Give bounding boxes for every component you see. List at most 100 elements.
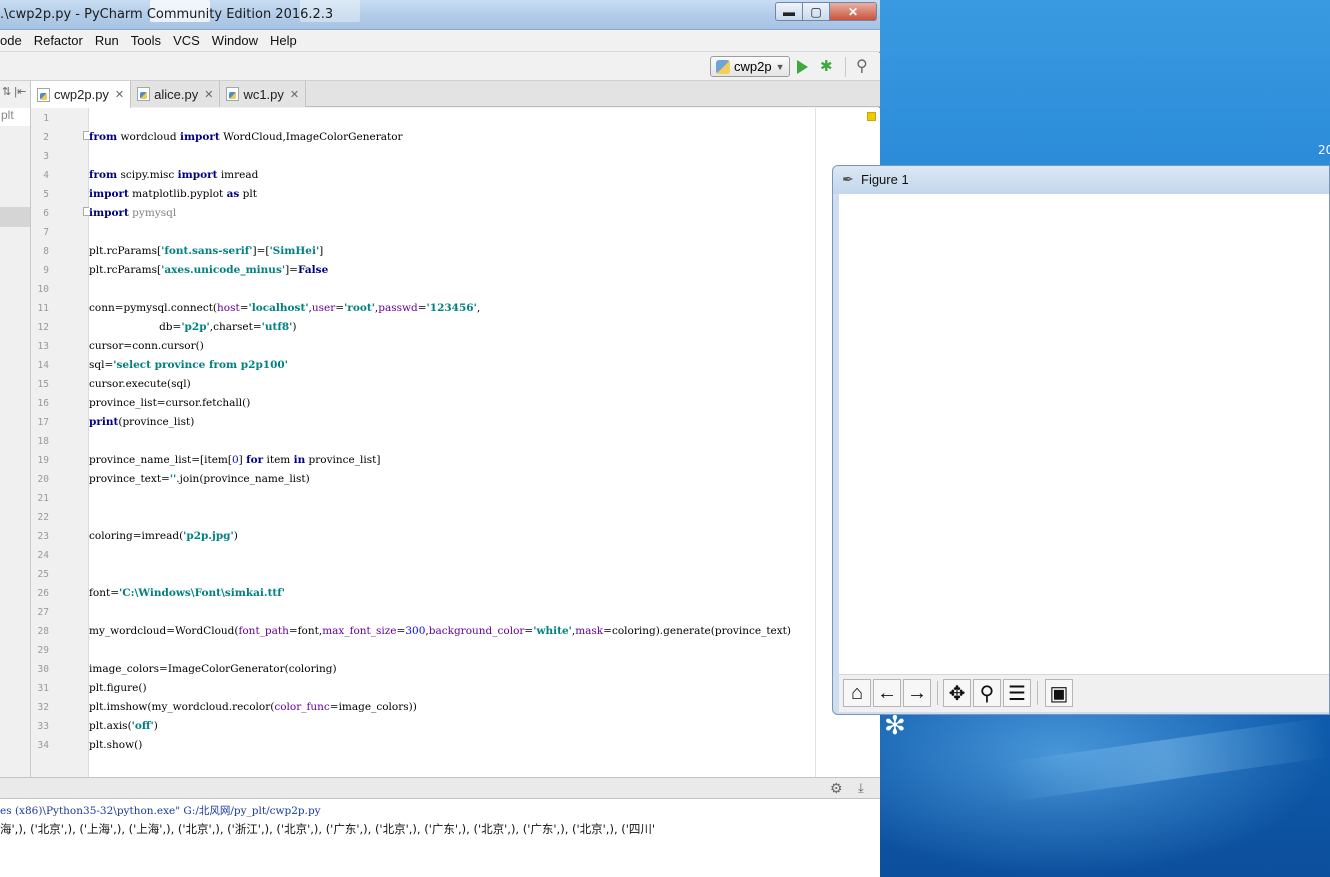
debug-icon[interactable]: ✱	[820, 57, 833, 75]
line-number: 15	[37, 379, 49, 390]
line-number: 3	[43, 151, 49, 162]
code-line[interactable]: province_name_list=[item[0] for item in …	[89, 451, 380, 470]
tab-label: wc1.py	[243, 86, 284, 102]
inspection-status-icon[interactable]	[867, 112, 876, 121]
close-tab-icon[interactable]: ✕	[290, 88, 299, 101]
code-line[interactable]: plt.axis('off')	[89, 717, 158, 736]
code-line[interactable]: import pymysql	[89, 204, 176, 223]
pan-icon[interactable]: ✥	[943, 679, 971, 707]
menu-refactor[interactable]: Refactor	[34, 33, 83, 48]
code-line[interactable]: conn=pymysql.connect(host='localhost',us…	[89, 299, 480, 318]
main-toolbar: cwp2p ▼ ✱ ⚲	[0, 53, 880, 81]
line-number: 7	[43, 227, 49, 238]
line-number: 9	[43, 265, 49, 276]
python-file-icon	[37, 87, 50, 102]
project-tree-selection[interactable]	[0, 207, 30, 227]
code-line[interactable]: coloring=imread('p2p.jpg')	[89, 527, 238, 546]
line-number: 4	[43, 170, 49, 181]
maximize-button[interactable]: ▢	[803, 2, 830, 21]
menu-vcs[interactable]: VCS	[173, 33, 200, 48]
line-number: 11	[37, 303, 49, 314]
project-panel-strip: ⇅ |⇤ plt	[0, 81, 31, 777]
back-icon[interactable]: ←	[873, 679, 901, 707]
code-line[interactable]: plt.rcParams['font.sans-serif']=['SimHei…	[89, 242, 323, 261]
console-output-line: 海',), ('北京',), ('上海',), ('上海',), ('北京',)…	[0, 822, 656, 836]
desktop-flower-icon: ✻	[884, 710, 906, 740]
code-editor[interactable]: from wordcloud import WordCloud,ImageCol…	[89, 108, 815, 777]
line-number: 23	[37, 531, 49, 542]
hide-panel-icon[interactable]: ⤓	[858, 780, 864, 796]
run-configuration-label: cwp2p	[734, 59, 772, 74]
menu-window[interactable]: Window	[212, 33, 258, 48]
figure-title-bar[interactable]: ✒ Figure 1	[833, 166, 1329, 194]
line-number: 13	[37, 341, 49, 352]
code-line[interactable]: image_colors=ImageColorGenerator(colorin…	[89, 660, 337, 679]
line-number: 32	[37, 702, 49, 713]
figure-canvas[interactable]	[839, 194, 1329, 674]
run-panel-header: ⚙ ⤓	[0, 777, 880, 799]
line-number: 21	[37, 493, 49, 504]
code-line[interactable]: db='p2p',charset='utf8')	[89, 318, 296, 337]
line-number: 17	[37, 417, 49, 428]
python-file-icon	[716, 59, 730, 74]
close-button[interactable]: ✕	[830, 2, 877, 21]
desktop-clock-fragment: 20	[1318, 143, 1330, 157]
line-number: 29	[37, 645, 49, 656]
code-line[interactable]: import matplotlib.pyplot as plt	[89, 185, 257, 204]
menu-code[interactable]: ode	[0, 33, 22, 48]
minimize-button[interactable]: ▬	[775, 2, 803, 21]
search-icon[interactable]: ⚲	[856, 56, 868, 76]
code-line[interactable]: plt.rcParams['axes.unicode_minus']=False	[89, 261, 328, 280]
line-number: 22	[37, 512, 49, 523]
subplots-icon[interactable]: ☰	[1003, 679, 1031, 707]
line-number: 33	[37, 721, 49, 732]
toolbar-divider	[845, 57, 846, 77]
run-configuration-select[interactable]: cwp2p ▼	[710, 56, 790, 77]
tab-cwp2p[interactable]: cwp2p.py ✕	[31, 81, 132, 108]
tab-alice[interactable]: alice.py ✕	[131, 81, 221, 107]
line-number: 8	[43, 246, 49, 257]
menu-help[interactable]: Help	[270, 33, 297, 48]
zoom-icon[interactable]: ⚲	[973, 679, 1001, 707]
pycharm-window: .\cwp2p.py - PyCharm Community Edition 2…	[0, 0, 880, 877]
code-line[interactable]: my_wordcloud=WordCloud(font_path=font,ma…	[89, 622, 791, 641]
figure-toolbar: ⌂ ← → ✥ ⚲ ☰ ▣	[839, 674, 1329, 712]
code-line[interactable]: province_text=''.join(province_name_list…	[89, 470, 310, 489]
code-line[interactable]: plt.figure()	[89, 679, 147, 698]
line-number: 16	[37, 398, 49, 409]
line-number: 10	[37, 284, 49, 295]
close-tab-icon[interactable]: ✕	[115, 88, 124, 101]
code-line[interactable]: print(province_list)	[89, 413, 194, 432]
save-icon[interactable]: ▣	[1045, 679, 1073, 707]
home-icon[interactable]: ⌂	[843, 679, 871, 707]
line-number: 19	[37, 455, 49, 466]
code-line[interactable]: plt.imshow(my_wordcloud.recolor(color_fu…	[89, 698, 417, 717]
figure-window: ✒ Figure 1 ⌂ ← → ✥ ⚲ ☰ ▣	[832, 165, 1330, 715]
code-line[interactable]: cursor=conn.cursor()	[89, 337, 204, 356]
run-icon[interactable]	[797, 60, 808, 74]
run-console[interactable]: es (x86)\Python35-32\python.exe" G:/北风网/…	[0, 799, 880, 877]
menu-tools[interactable]: Tools	[131, 33, 161, 48]
line-number: 27	[37, 607, 49, 618]
project-tree-item[interactable]: plt	[0, 108, 30, 126]
close-tab-icon[interactable]: ✕	[204, 88, 213, 101]
window-controls: ▬ ▢ ✕	[775, 2, 877, 21]
tab-wc1[interactable]: wc1.py ✕	[220, 81, 307, 107]
code-line[interactable]: font='C:\Windows\Font\simkai.ttf'	[89, 584, 285, 603]
gear-icon[interactable]: ⚙	[830, 780, 843, 797]
collapse-panel-icon[interactable]: ⇅ |⇤	[2, 85, 26, 98]
line-number-gutter: 1 2 3 4 5 6 7 8 9 10 11 12 13 14 15 16 17 18 19 20 21 22 23 24 2…	[31, 108, 92, 777]
line-number: 1	[43, 113, 49, 124]
line-number: 20	[37, 474, 49, 485]
menu-run[interactable]: Run	[95, 33, 119, 48]
code-line[interactable]: province_list=cursor.fetchall()	[89, 394, 250, 413]
forward-icon[interactable]: →	[903, 679, 931, 707]
window-title: .\cwp2p.py - PyCharm Community Edition 2…	[0, 7, 334, 22]
title-bar[interactable]: .\cwp2p.py - PyCharm Community Edition 2…	[0, 0, 880, 30]
line-number: 28	[37, 626, 49, 637]
code-line[interactable]: from wordcloud import WordCloud,ImageCol…	[89, 128, 403, 147]
code-line[interactable]: from scipy.misc import imread	[89, 166, 258, 185]
code-line[interactable]: sql='select province from p2p100'	[89, 356, 288, 375]
code-line[interactable]: plt.show()	[89, 736, 142, 755]
code-line[interactable]: cursor.execute(sql)	[89, 375, 191, 394]
